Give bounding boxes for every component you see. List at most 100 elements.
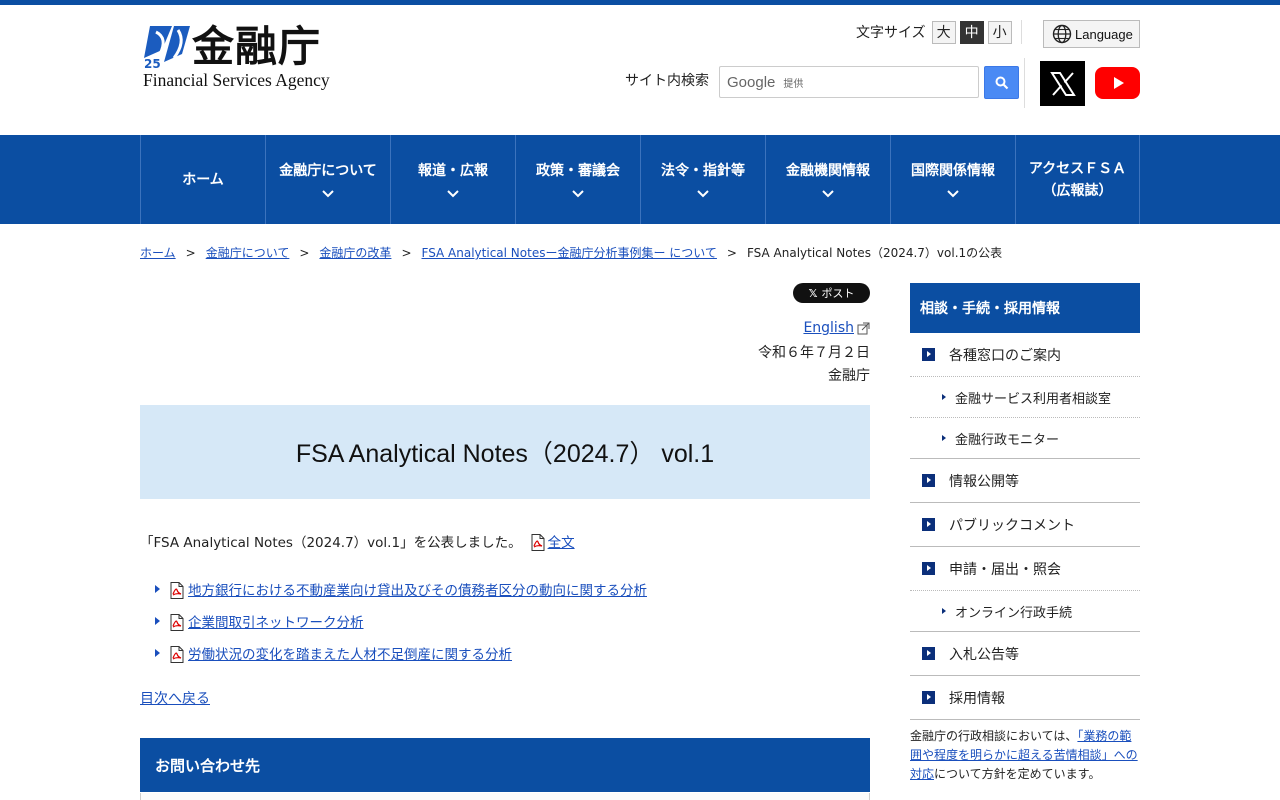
full-text-pdf-link[interactable]: 全文: [548, 531, 575, 551]
publisher: 金融庁: [828, 368, 870, 384]
pdf-link[interactable]: 地方銀行における不動産業向け貸出及びその債務者区分の動向に関する分析: [188, 579, 647, 599]
back-to-index-link[interactable]: 目次へ戻る: [140, 688, 210, 708]
list-item: 地方銀行における不動産業向け貸出及びその債務者区分の動向に関する分析: [155, 573, 647, 605]
nav-item-laws[interactable]: 法令・指針等: [640, 135, 765, 224]
arrow-square-icon: [922, 474, 935, 487]
bullet-triangle-icon: [155, 649, 160, 657]
pdf-icon: [170, 613, 184, 631]
nav-item-about[interactable]: 金融庁について: [265, 135, 390, 224]
sidebar-item-label: 入札公告等: [949, 646, 1019, 663]
nav-label: 金融機関情報: [786, 162, 870, 179]
nav-item-access-fsa[interactable]: アクセスＦＳＡ （広報誌）: [1015, 135, 1140, 224]
post-label: ポスト: [821, 287, 855, 300]
sidebar-note-text: 金融庁の行政相談においては、: [910, 729, 1078, 743]
breadcrumb-link[interactable]: ホーム: [140, 244, 176, 261]
sidebar-item-label: 各種窓口のご案内: [949, 347, 1061, 364]
list-item: 労働状況の変化を踏まえた人材不足倒産に関する分析: [155, 637, 647, 669]
site-search-label: サイト内検索: [625, 73, 709, 89]
globe-icon: [1052, 24, 1072, 44]
sidebar-item-applications[interactable]: 申請・届出・照会: [910, 547, 1140, 591]
chevron-down-icon: [447, 189, 459, 197]
font-size-label: 文字サイズ: [856, 25, 926, 41]
x-icon[interactable]: [1040, 61, 1085, 106]
arrow-square-icon: [922, 647, 935, 660]
sidebar-item-recruitment[interactable]: 採用情報: [910, 676, 1140, 720]
breadcrumb-link[interactable]: 金融庁の改革: [319, 244, 391, 261]
breadcrumb-separator: >: [185, 245, 196, 260]
english-link-wrap: English: [803, 320, 870, 336]
nav-label: 金融庁について: [279, 162, 377, 179]
nav-item-institutions[interactable]: 金融機関情報: [765, 135, 890, 224]
youtube-icon[interactable]: [1095, 67, 1140, 99]
nav-item-press[interactable]: 報道・広報: [390, 135, 515, 224]
language-button[interactable]: Language: [1043, 20, 1140, 48]
arrow-square-icon: [922, 691, 935, 704]
sidebar-heading: 相談・手続・採用情報: [910, 283, 1140, 333]
sidebar-item-label: 申請・届出・照会: [949, 561, 1061, 578]
top-accent-bar: [0, 0, 1280, 5]
nav-item-policy[interactable]: 政策・審議会: [515, 135, 640, 224]
global-nav: ホーム 金融庁について 報道・広報 政策・審議会 法令・指針等 金融機関情報 国…: [0, 135, 1280, 224]
chevron-down-icon: [697, 189, 709, 197]
pdf-link[interactable]: 企業間取引ネットワーク分析: [188, 611, 364, 631]
google-brand-text: Google: [727, 73, 776, 91]
sidebar-item-label: オンライン行政手続: [955, 605, 1073, 621]
sidebar-item-public-comment[interactable]: パブリックコメント: [910, 503, 1140, 547]
sidebar-subitem-user-consultation[interactable]: 金融サービス利用者相談室: [910, 377, 1140, 418]
font-size-control: 文字サイズ 大 中 小: [856, 20, 1016, 44]
pdf-link[interactable]: 労働状況の変化を踏まえた人材不足倒産に関する分析: [188, 643, 512, 663]
english-link[interactable]: English: [803, 320, 854, 336]
font-size-medium-button[interactable]: 中: [959, 20, 984, 44]
play-icon: [1113, 77, 1124, 89]
x-small-icon: 𝕏: [808, 286, 818, 300]
x-post-button[interactable]: 𝕏 ポスト: [793, 283, 870, 303]
font-size-small-button[interactable]: 小: [987, 20, 1012, 44]
bullet-triangle-icon: [155, 617, 160, 625]
search-button[interactable]: [984, 66, 1019, 99]
sidebar-item-disclosure[interactable]: 情報公開等: [910, 459, 1140, 503]
nav-label: 政策・審議会: [536, 162, 620, 179]
intro-text: 「FSA Analytical Notes（2024.7）vol.1」を公表しま…: [140, 535, 522, 551]
search-input[interactable]: Google 提供: [719, 66, 979, 98]
arrow-square-icon: [922, 348, 935, 361]
sidebar-item-bidding[interactable]: 入札公告等: [910, 632, 1140, 676]
font-size-large-button[interactable]: 大: [931, 20, 956, 44]
arrow-square-icon: [922, 518, 935, 531]
page-title: FSA Analytical Notes（2024.7） vol.1: [295, 440, 715, 468]
nav-item-home[interactable]: ホーム: [140, 135, 265, 224]
intro-paragraph: 「FSA Analytical Notes（2024.7）vol.1」を公表しま…: [140, 531, 575, 551]
search-icon: [995, 76, 1008, 89]
breadcrumb-link[interactable]: FSA Analytical Notesー金融庁分析事例集ー について: [422, 244, 717, 261]
breadcrumb-link[interactable]: 金融庁について: [206, 244, 290, 261]
logo-jp-text: 金融庁: [192, 22, 322, 71]
header-divider: [1024, 58, 1025, 108]
bullet-triangle-icon: [942, 394, 946, 400]
sidebar-item-contact-windows[interactable]: 各種窓口のご案内: [910, 333, 1140, 377]
sidebar-note-text: について方針を定めています。: [934, 767, 1101, 781]
fsa-logo[interactable]: 25 金融庁 Financial Services Agency: [140, 22, 335, 92]
sidebar-subitem-online-procedures[interactable]: オンライン行政手続: [910, 591, 1140, 632]
external-link-icon: [857, 322, 870, 334]
chevron-down-icon: [322, 189, 334, 197]
nav-label: 報道・広報: [418, 162, 488, 179]
contact-body: [140, 793, 870, 800]
breadcrumb-separator: >: [401, 245, 412, 260]
nav-label: 国際関係情報: [911, 162, 995, 179]
breadcrumb: ホーム > 金融庁について > 金融庁の改革 > FSA Analytical …: [140, 244, 1002, 261]
publish-date: 令和６年７月２日: [758, 345, 870, 361]
sidebar-item-label: 金融行政モニター: [955, 432, 1060, 448]
breadcrumb-separator: >: [299, 245, 310, 260]
page-title-box: FSA Analytical Notes（2024.7） vol.1: [140, 405, 870, 499]
header-divider: [1021, 20, 1022, 44]
breadcrumb-current: FSA Analytical Notes（2024.7）vol.1の公表: [746, 246, 1003, 260]
chevron-down-icon: [822, 189, 834, 197]
nav-item-international[interactable]: 国際関係情報: [890, 135, 1015, 224]
sidebar-subitem-monitor[interactable]: 金融行政モニター: [910, 418, 1140, 459]
arrow-square-icon: [922, 562, 935, 575]
pdf-icon: [170, 645, 184, 663]
pdf-icon: [531, 533, 545, 551]
pdf-icon: [170, 581, 184, 599]
chevron-down-icon: [947, 189, 959, 197]
nav-label: アクセスＦＳＡ: [1028, 160, 1127, 177]
sidebar-menu: 各種窓口のご案内 金融サービス利用者相談室 金融行政モニター 情報公開等 パブリ…: [910, 333, 1140, 720]
